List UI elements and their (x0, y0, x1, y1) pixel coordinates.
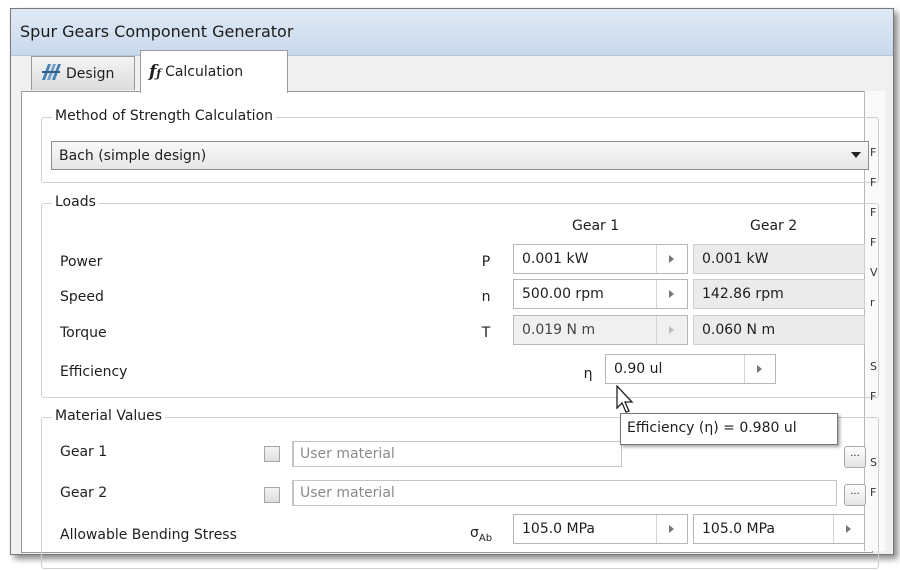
method-selected-value: Bach (simple design) (59, 148, 207, 164)
material-gear1-checkbox[interactable] (264, 446, 280, 462)
bending-stress-label: Allowable Bending Stress (60, 527, 237, 543)
speed-gear1-input[interactable]: 500.00 rpm (513, 279, 688, 309)
side-letter: F (870, 486, 877, 499)
torque-gear2-value-box: 0.060 N m (693, 315, 865, 345)
power-label: Power (60, 254, 103, 270)
side-letter: F (870, 390, 877, 403)
efficiency-menu-arrow[interactable] (744, 355, 775, 383)
tab-design-label: Design (66, 65, 115, 82)
bending-gear2-menu-arrow[interactable] (833, 515, 864, 543)
torque-symbol: T (481, 325, 491, 341)
efficiency-symbol: η (583, 366, 593, 382)
bending-stress-sigma: σ (470, 525, 479, 541)
loads-group-title: Loads (52, 194, 99, 210)
material-gear1-value: User material (300, 446, 395, 462)
speed-gear2-value: 142.86 rpm (702, 286, 784, 302)
tooltip-text: Efficiency (η) = 0.980 ul (627, 420, 797, 436)
speed-gear1-menu-arrow[interactable] (656, 280, 687, 308)
power-gear1-value: 0.001 kW (522, 251, 589, 267)
speed-gear2-value-box: 142.86 rpm (693, 279, 865, 309)
side-letter: F (870, 176, 877, 189)
side-letter: V (870, 266, 878, 279)
power-gear1-menu-arrow[interactable] (656, 245, 687, 273)
col-header-gear1: Gear 1 (572, 218, 620, 234)
efficiency-label: Efficiency (60, 364, 128, 380)
col-header-gear2: Gear 2 (750, 218, 798, 234)
material-gear2-value: User material (300, 485, 395, 501)
material-gear1-browse-button[interactable]: ... (844, 446, 866, 468)
side-letter: S (870, 456, 877, 469)
tab-calculation[interactable]: fƒ Calculation (140, 50, 288, 93)
efficiency-input[interactable]: 0.90 ul (605, 354, 776, 384)
bending-stress-subscript: Ab (478, 532, 493, 544)
chevron-down-icon (851, 152, 861, 158)
power-symbol: P (481, 254, 491, 270)
side-letter: F (870, 146, 877, 159)
method-group-title: Method of Strength Calculation (52, 108, 277, 124)
method-dropdown[interactable]: Bach (simple design) (51, 141, 869, 170)
material-group-title: Material Values (52, 408, 166, 424)
power-gear1-input[interactable]: 0.001 kW (513, 244, 688, 274)
window-title: Spur Gears Component Generator (20, 22, 294, 41)
mouse-cursor-icon (615, 384, 637, 419)
tab-design[interactable]: Design (31, 56, 135, 90)
bending-gear1-value: 105.0 MPa (522, 521, 596, 537)
torque-gear2-value: 0.060 N m (702, 322, 776, 338)
bending-stress-symbol: σAb (470, 525, 492, 544)
material-gear1-label: Gear 1 (60, 444, 108, 460)
bending-gear2-value: 105.0 MPa (702, 521, 776, 537)
side-letter: F (870, 206, 877, 219)
efficiency-value: 0.90 ul (614, 361, 663, 377)
torque-label: Torque (60, 325, 107, 341)
torque-gear1-input: 0.019 N m (513, 315, 688, 345)
tab-calculation-label: Calculation (165, 64, 244, 80)
side-letter: r (870, 296, 875, 309)
material-gear2-field[interactable]: User material (292, 480, 837, 506)
power-gear2-value: 0.001 kW (702, 251, 769, 267)
side-letter: S (870, 360, 877, 373)
bending-gear2-input[interactable]: 105.0 MPa (693, 514, 865, 544)
efficiency-tooltip: Efficiency (η) = 0.980 ul (620, 413, 838, 445)
title-bar: Spur Gears Component Generator (11, 9, 893, 56)
side-letter: F (870, 236, 877, 249)
bending-gear1-menu-arrow[interactable] (656, 515, 687, 543)
material-gear2-label: Gear 2 (60, 485, 108, 501)
speed-label: Speed (60, 289, 104, 305)
torque-gear1-menu-arrow (656, 316, 687, 344)
bending-gear1-input[interactable]: 105.0 MPa (513, 514, 688, 544)
gear-design-icon (40, 62, 62, 86)
speed-symbol: n (481, 289, 491, 305)
speed-gear1-value: 500.00 rpm (522, 286, 604, 302)
power-gear2-value-box: 0.001 kW (693, 244, 865, 274)
material-gear2-browse-button[interactable]: ... (844, 484, 866, 506)
torque-gear1-value: 0.019 N m (522, 322, 596, 338)
function-icon: fƒ (149, 62, 162, 82)
material-gear2-checkbox[interactable] (264, 487, 280, 503)
material-gear1-field[interactable]: User material (292, 441, 622, 467)
